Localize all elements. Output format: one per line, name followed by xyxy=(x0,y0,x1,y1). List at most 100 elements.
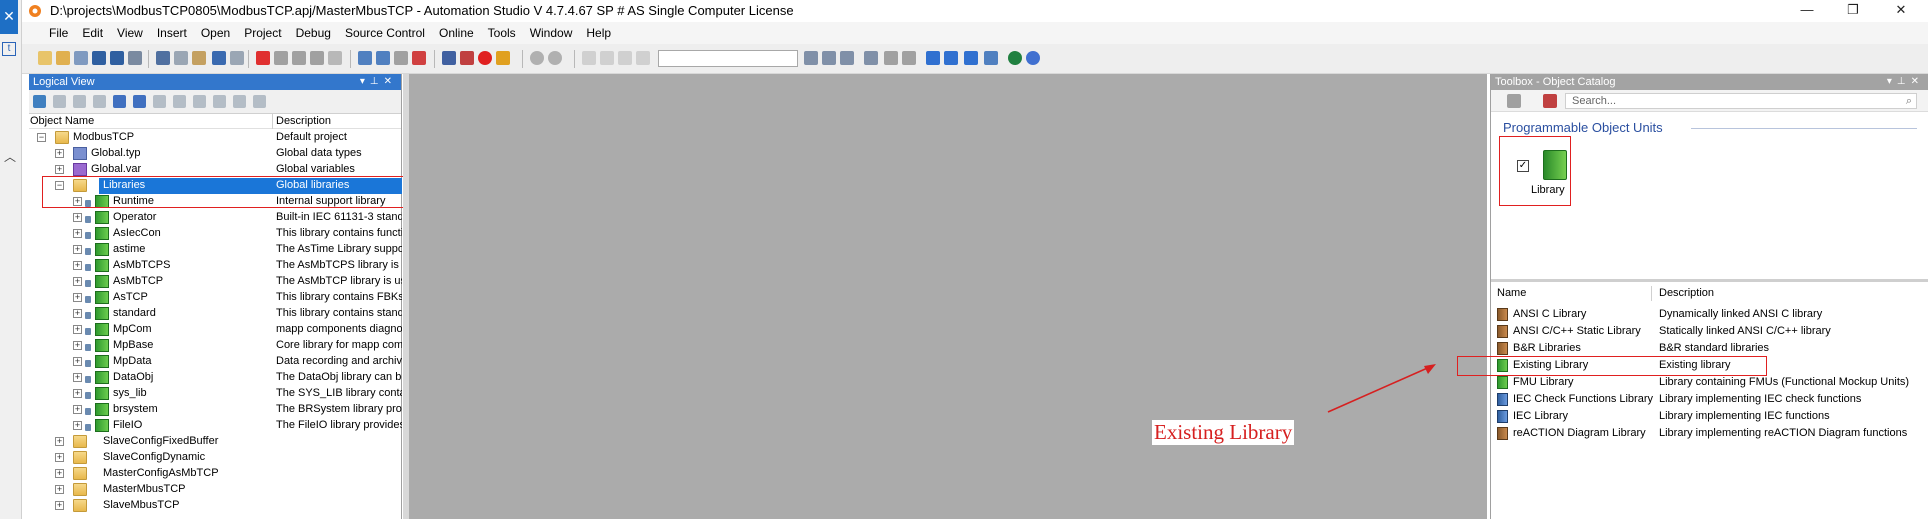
new-project-icon[interactable] xyxy=(38,51,52,65)
help-icon[interactable] xyxy=(1026,51,1040,65)
tree-row[interactable]: + MpData Data recording and archivi xyxy=(29,354,402,370)
replace-icon[interactable] xyxy=(292,51,306,65)
build-icon[interactable] xyxy=(358,51,372,65)
save-all-icon[interactable] xyxy=(110,51,124,65)
close-icon[interactable]: ✕ xyxy=(0,0,18,34)
list-item[interactable]: FMU Library Library containing FMUs (Func… xyxy=(1491,374,1928,391)
close-window-icon[interactable]: ✕ xyxy=(1878,0,1924,22)
chevron-up-icon[interactable]: ︿ xyxy=(4,148,16,165)
editor-workspace[interactable] xyxy=(403,74,1487,519)
tree-row[interactable]: + standard This library contains standa xyxy=(29,306,402,322)
bookmark-icon[interactable] xyxy=(618,51,632,65)
library-catalog-item[interactable]: ✓ Library xyxy=(1507,136,1579,202)
configuration-dropdown[interactable] xyxy=(658,50,798,67)
next-bookmark-icon[interactable] xyxy=(636,51,650,65)
clear-filter-icon[interactable] xyxy=(1543,94,1557,108)
config-icon[interactable] xyxy=(233,95,246,108)
list-item[interactable]: ANSI C/C++ Static Library Statically link… xyxy=(1491,323,1928,340)
minimize-icon[interactable]: — xyxy=(1784,0,1830,22)
tools-icon[interactable] xyxy=(213,95,226,108)
list-item[interactable]: IEC Check Functions Library Library imple… xyxy=(1491,391,1928,408)
power-icon[interactable] xyxy=(478,51,492,65)
column-description[interactable]: Description xyxy=(276,115,331,127)
column-object-name[interactable]: Object Name xyxy=(30,115,94,127)
transfer-icon[interactable] xyxy=(412,51,426,65)
panel-controls[interactable]: ▾⊥✕ xyxy=(360,74,397,90)
online-icon[interactable] xyxy=(460,51,474,65)
comment-icon[interactable] xyxy=(582,51,596,65)
cut-icon[interactable] xyxy=(156,51,170,65)
trace-icon[interactable] xyxy=(822,51,836,65)
menu-insert[interactable]: Insert xyxy=(150,26,194,40)
gear-settings-icon[interactable] xyxy=(548,51,562,65)
link-icon[interactable] xyxy=(173,95,186,108)
redo-icon[interactable] xyxy=(230,51,244,65)
rebuild-icon[interactable] xyxy=(376,51,390,65)
move-icon[interactable] xyxy=(964,51,978,65)
view-mode-icon[interactable] xyxy=(1507,94,1521,108)
tree-row[interactable]: + Operator Built-in IEC 61131-3 standa xyxy=(29,210,402,226)
arrow-up-icon[interactable] xyxy=(926,51,940,65)
details-icon[interactable] xyxy=(93,95,106,108)
delete-icon[interactable] xyxy=(256,51,270,65)
checkbox-icon[interactable]: ✓ xyxy=(1517,160,1529,172)
breakpoint-icon[interactable] xyxy=(840,51,854,65)
find-icon[interactable] xyxy=(274,51,288,65)
tree-row[interactable]: + MasterMbusTCP xyxy=(29,482,401,498)
list-icon[interactable] xyxy=(73,95,86,108)
collapse-icon[interactable] xyxy=(984,51,998,65)
column-name[interactable]: Name xyxy=(1497,287,1526,299)
menu-view[interactable]: View xyxy=(110,26,150,40)
arrow-down-icon[interactable] xyxy=(944,51,958,65)
wrench-icon[interactable] xyxy=(253,95,266,108)
paste-icon[interactable] xyxy=(192,51,206,65)
tree-row[interactable]: + MasterConfigAsMbTCP xyxy=(29,466,401,482)
list-item[interactable]: IEC Library Library implementing IEC func… xyxy=(1491,408,1928,425)
open-icon[interactable] xyxy=(56,51,70,65)
collapse-toggle[interactable]: − xyxy=(55,181,64,190)
settings-icon[interactable] xyxy=(328,51,342,65)
tree-row[interactable]: + FileIO The FileIO library provides xyxy=(29,418,402,434)
edit-icon[interactable] xyxy=(133,95,146,108)
package-icon[interactable] xyxy=(33,95,46,108)
object-icon[interactable] xyxy=(113,95,126,108)
list-item[interactable]: Existing Library Existing library xyxy=(1491,357,1928,374)
properties-icon[interactable] xyxy=(310,51,324,65)
sort-desc-icon[interactable] xyxy=(902,51,916,65)
refresh-icon[interactable] xyxy=(193,95,206,108)
tree-row[interactable]: + SlaveConfigFixedBuffer xyxy=(29,434,401,450)
list-item[interactable]: reACTION Diagram Library Library implemen… xyxy=(1491,425,1928,442)
tree-row[interactable]: + SlaveConfigDynamic xyxy=(29,450,401,466)
open-folder-icon[interactable] xyxy=(74,51,88,65)
menu-help[interactable]: Help xyxy=(579,26,618,40)
menu-file[interactable]: File xyxy=(42,26,75,40)
globe-icon[interactable] xyxy=(1008,51,1022,65)
column-description[interactable]: Description xyxy=(1659,287,1714,299)
list-item[interactable]: B&R Libraries B&R standard libraries xyxy=(1491,340,1928,357)
tree-row[interactable]: + Global.var Global variables xyxy=(29,162,401,178)
menu-source-control[interactable]: Source Control xyxy=(338,26,432,40)
monitor-icon[interactable] xyxy=(442,51,456,65)
collapse-toggle[interactable]: − xyxy=(37,133,46,142)
tree-row[interactable]: + AsTCP This library contains FBKs f xyxy=(29,290,402,306)
panel-controls[interactable]: ▾⊥✕ xyxy=(1887,74,1924,90)
tree-row[interactable]: + AsMbTCPS The AsMbTCPS library is u xyxy=(29,258,402,274)
menu-debug[interactable]: Debug xyxy=(289,26,338,40)
tree-row[interactable]: + AsIecCon This library contains functic xyxy=(29,226,402,242)
copy-icon[interactable] xyxy=(174,51,188,65)
toolbox-splitter[interactable] xyxy=(1491,279,1928,282)
tree-row[interactable]: + sys_lib The SYS_LIB library conta xyxy=(29,386,402,402)
tree-row[interactable]: + Global.typ Global data types xyxy=(29,146,401,162)
tree-row[interactable]: + MpBase Core library for mapp comp xyxy=(29,338,402,354)
list-item[interactable]: ANSI C Library Dynamically linked ANSI C … xyxy=(1491,306,1928,323)
tree-row[interactable]: + SlaveMbusTCP xyxy=(29,498,401,514)
tree-row[interactable]: + astime The AsTime Library suppor xyxy=(29,242,402,258)
stop-build-icon[interactable] xyxy=(394,51,408,65)
watch-icon[interactable] xyxy=(804,51,818,65)
workspace-splitter[interactable] xyxy=(403,74,409,519)
menu-open[interactable]: Open xyxy=(194,26,237,40)
window-icon[interactable] xyxy=(864,51,878,65)
tree-row-selected[interactable]: − Libraries Global libraries xyxy=(29,178,402,194)
menu-project[interactable]: Project xyxy=(237,26,288,40)
menu-online[interactable]: Online xyxy=(432,26,481,40)
